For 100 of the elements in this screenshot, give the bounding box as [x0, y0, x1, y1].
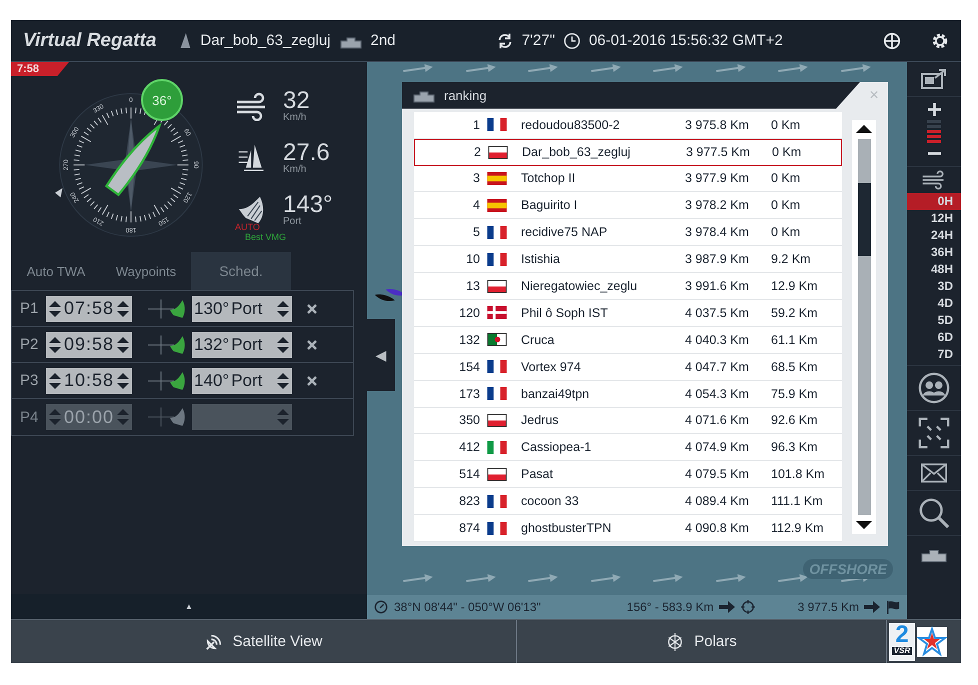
waypoint-label: P3 — [20, 372, 40, 389]
ranking-row[interactable]: 1 redoudou83500-2 3 975.8 Km 0 Km — [414, 112, 842, 139]
sail-icon[interactable] — [170, 370, 186, 392]
compass-icon — [373, 600, 389, 614]
panel-tab[interactable]: Auto TWA — [11, 252, 101, 290]
rank-number: 2 — [473, 145, 481, 160]
ranking-row[interactable]: 823 cocoon 33 4 089.4 Km 111.1 Km — [414, 488, 842, 516]
angle-field[interactable]: 132°Port — [192, 332, 292, 358]
view-button[interactable]: Satellite View — [11, 620, 517, 663]
distance-to-finish: 4 090.8 Km — [685, 521, 750, 536]
rank-number: 350 — [458, 413, 480, 428]
distance-to-finish: 3 991.6 Km — [685, 279, 750, 294]
players-icon[interactable] — [918, 372, 950, 404]
panel-tab[interactable]: Waypoints — [101, 252, 191, 290]
ranking-row[interactable]: 10 Istishia 3 987.9 Km 9.2 Km — [414, 246, 842, 274]
ranking-row[interactable]: 120 Phil ô Soph IST 4 037.5 Km 59.2 Km — [414, 300, 842, 327]
settings-icon[interactable] — [931, 32, 950, 50]
sail-icon[interactable] — [170, 406, 186, 428]
time-field[interactable]: 09:58 — [46, 332, 132, 358]
stepper-icon[interactable] — [48, 300, 62, 318]
forecast-option[interactable]: 36H — [907, 244, 961, 261]
stepper-icon[interactable] — [48, 336, 62, 354]
satellite-icon — [204, 632, 223, 650]
zoom-in-icon[interactable] — [928, 103, 940, 116]
delete-icon[interactable] — [306, 338, 318, 350]
distance-to-finish: 3 978.2 Km — [685, 198, 750, 212]
flag-icon — [487, 440, 507, 454]
search-icon[interactable] — [918, 497, 950, 529]
scroll-down-icon[interactable] — [855, 521, 873, 530]
ranking-row[interactable]: 4 Baguirito I 3 978.2 Km 0 Km — [414, 192, 842, 220]
angle-field[interactable]: 130°Port — [192, 296, 292, 322]
instrument-unit: Km/h — [283, 113, 308, 123]
ranking-row[interactable]: 350 Jedrus 4 071.6 Km 92.6 Km — [414, 408, 842, 434]
instrument-value: 143° — [283, 193, 333, 217]
ranking-row[interactable]: 412 Cassiopea-1 4 074.9 Km 96.3 Km — [414, 434, 842, 462]
stepper-icon[interactable] — [48, 372, 62, 390]
ranking-row[interactable]: 5 recidive75 NAP 3 978.4 Km 0 Km — [414, 219, 842, 246]
skipper-name: redoudou83500-2 — [521, 118, 621, 132]
rank-number: 3 — [472, 171, 480, 186]
forecast-option[interactable]: 0H — [907, 193, 961, 210]
ranking-row[interactable]: 514 Pasat 4 079.5 Km 101.8 Km — [414, 461, 842, 488]
ranking-row[interactable]: 2 Dar_bob_63_zegluj 3 977.5 Km 0 Km — [414, 138, 842, 166]
angle-field[interactable]: 140°Port — [192, 368, 292, 394]
globe-icon[interactable] — [883, 32, 902, 50]
sail-icon[interactable] — [170, 298, 186, 320]
rank-number: 13 — [465, 279, 480, 294]
ranking-row[interactable]: 3 Totchop II 3 977.9 Km 0 Km — [414, 166, 842, 192]
rank-number: 5 — [472, 225, 480, 240]
distance-to-finish: 4 037.5 Km — [685, 306, 750, 320]
flag-icon — [487, 414, 507, 427]
forecast-option[interactable]: 48H — [907, 261, 961, 278]
ranking-row[interactable]: 154 Vortex 974 4 047.7 Km 68.5 Km — [414, 354, 842, 381]
scroll-up-icon[interactable] — [855, 124, 873, 133]
time-field[interactable]: 07:58 — [46, 296, 132, 322]
angle-field[interactable] — [192, 404, 292, 430]
forecast-option[interactable]: 7D — [907, 346, 961, 363]
mail-icon[interactable] — [921, 462, 947, 484]
crosshair-icon — [148, 334, 174, 354]
rank-number: 1 — [472, 118, 480, 132]
stepper-icon[interactable] — [116, 372, 130, 390]
forecast-option[interactable]: 6D — [907, 329, 961, 346]
delete-icon[interactable] — [306, 302, 318, 314]
crosshair-icon — [148, 407, 174, 427]
ranking-row[interactable]: 173 banzai49tpn 4 054.3 Km 75.9 Km — [414, 380, 842, 408]
rank-number: 514 — [458, 467, 480, 482]
ranking-badge[interactable]: 2 VSR — [889, 622, 915, 660]
stepper-icon[interactable] — [116, 336, 130, 354]
stepper-icon[interactable] — [276, 336, 290, 354]
sailboat-icon — [178, 32, 192, 50]
skipper-name: cocoon 33 — [521, 494, 580, 508]
flag-icon — [487, 468, 507, 481]
skipper-name: Totchop II — [521, 171, 576, 186]
stepper-icon[interactable] — [276, 300, 290, 318]
time-field[interactable]: 10:58 — [46, 368, 132, 394]
forecast-option[interactable]: 24H — [907, 227, 961, 244]
rank-number: 154 — [458, 360, 480, 374]
distance-gap: 0 Km — [772, 145, 802, 160]
ranking-row[interactable]: 874 ghostbusterTPN 4 090.8 Km 112.9 Km — [414, 515, 842, 542]
side-panel-toggle[interactable]: ◀ — [367, 319, 395, 391]
ranking-row[interactable]: 132 Cruca 4 040.3 Km 61.1 Km — [414, 326, 842, 354]
forecast-option[interactable]: 5D — [907, 312, 961, 329]
ranking-row[interactable]: 13 Nieregatowiec_zeglu 3 991.6 Km 12.9 Km — [414, 273, 842, 300]
distance-to-finish: 4 040.3 Km — [685, 332, 750, 347]
collapse-caret[interactable]: ▲ — [185, 602, 193, 611]
delete-icon[interactable] — [306, 374, 318, 386]
flag-icon — [487, 360, 507, 374]
stepper-icon[interactable] — [276, 372, 290, 390]
forecast-option[interactable]: 12H — [907, 210, 961, 227]
scrollbar[interactable] — [852, 120, 876, 534]
forecast-option[interactable]: 3D — [907, 278, 961, 295]
rank-number: 823 — [458, 494, 480, 508]
fullscreen-icon[interactable] — [918, 417, 950, 449]
skipper-name: ghostbusterTPN — [521, 521, 612, 536]
expand-window-icon[interactable] — [921, 68, 947, 90]
scrollbar-thumb[interactable] — [858, 182, 870, 256]
view-button[interactable]: Polars — [517, 620, 887, 663]
forecast-option[interactable]: 4D — [907, 295, 961, 312]
distance-to-finish: 3 975.8 Km — [685, 118, 750, 132]
stepper-icon[interactable] — [116, 300, 130, 318]
sail-icon[interactable] — [170, 334, 186, 356]
